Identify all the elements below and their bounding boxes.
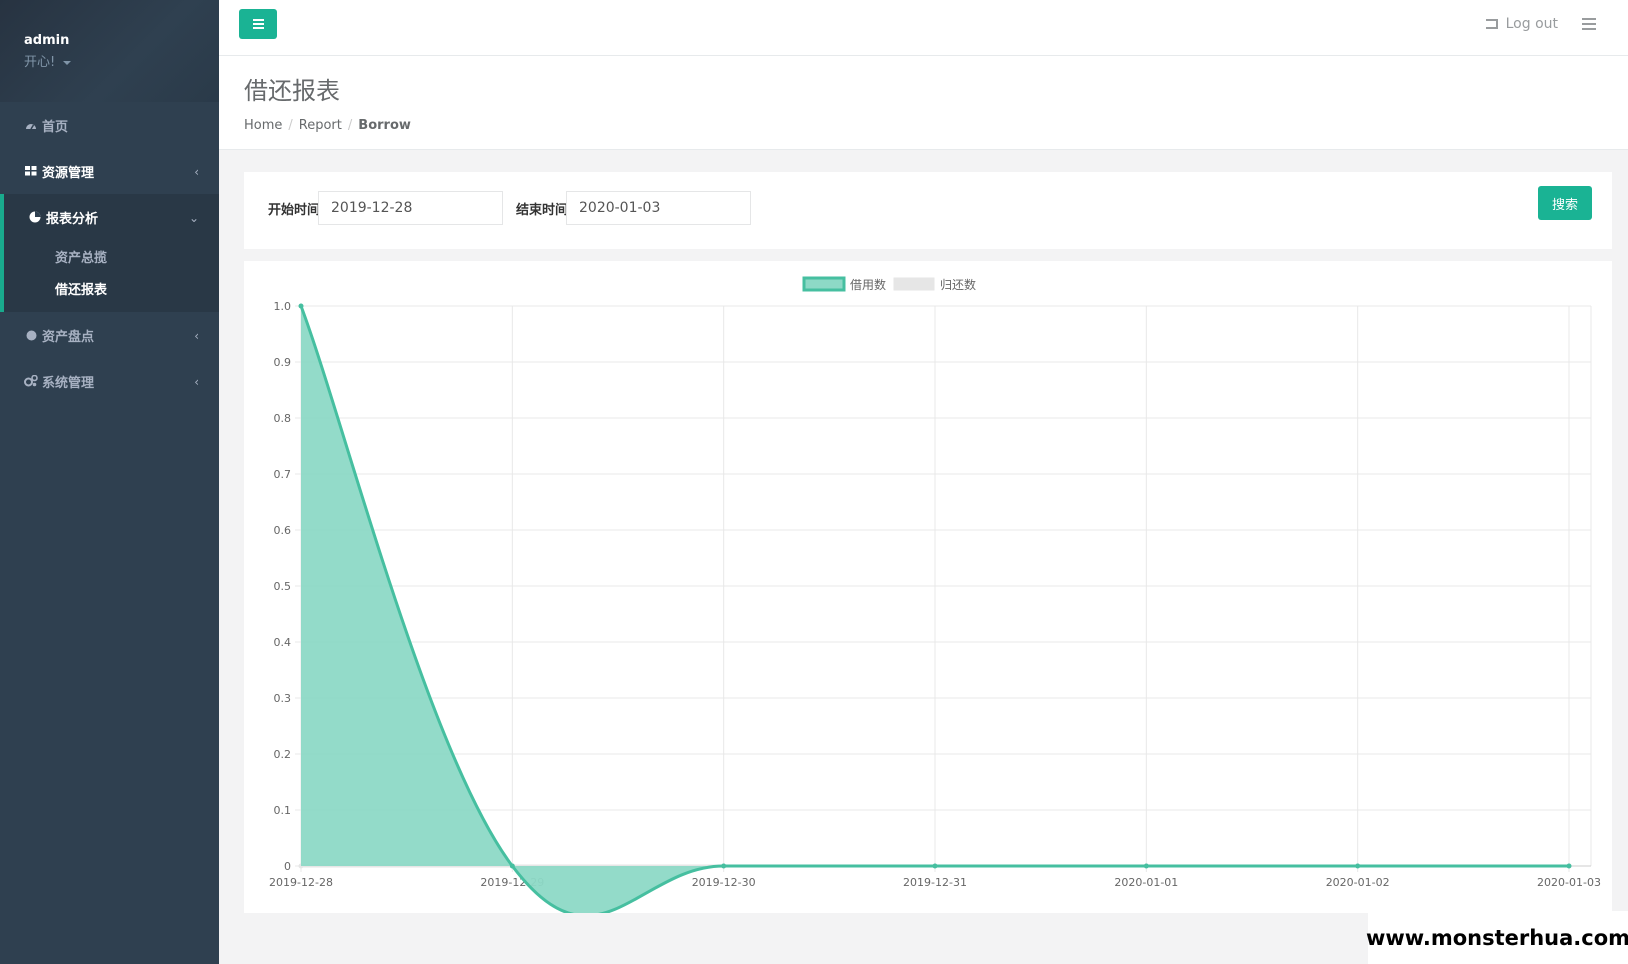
data-point xyxy=(1566,863,1572,869)
chart-panel: 0 0.1 0.2 0.3 0.4 0.5 0.6 0.7 0.8 0.9 1.0 2019-12-2… xyxy=(244,261,1612,913)
cogs-icon xyxy=(24,374,38,388)
y-tick-label: 0.9 xyxy=(274,356,292,369)
x-tick-label: 2020-01-02 xyxy=(1326,876,1390,889)
chevron-down-icon: ⌄ xyxy=(188,211,199,225)
sidebar-item-home[interactable]: 首页 xyxy=(0,102,219,148)
sidebar-subitem-borrow-report[interactable]: 借还报表 xyxy=(4,272,219,304)
search-panel: 开始时间 结束时间 搜索 xyxy=(244,172,1612,249)
page-title: 借还报表 xyxy=(244,77,340,105)
x-tick-label: 2019-12-31 xyxy=(903,876,967,889)
hamburger-icon xyxy=(252,19,264,21)
start-time-label: 开始时间 xyxy=(268,203,321,218)
grid-icon xyxy=(24,164,38,178)
legend-swatch xyxy=(802,276,846,292)
user-name: admin xyxy=(24,33,70,48)
sidebar-item-label: 资源管理 xyxy=(42,165,95,181)
sidebar-group-reports: 报表分析 ⌄ 资产总揽 借还报表 xyxy=(0,194,219,312)
sign-out-icon xyxy=(1485,19,1498,29)
breadcrumb-separator: / xyxy=(347,118,353,133)
borrow-return-chart: 0 0.1 0.2 0.3 0.4 0.5 0.6 0.7 0.8 0.9 1.0 2019-12-2… xyxy=(269,276,1601,913)
end-time-input[interactable] xyxy=(566,191,751,225)
y-tick-label: 0.8 xyxy=(274,412,292,425)
data-point xyxy=(721,863,727,869)
user-role-text: 开心! xyxy=(24,55,56,70)
breadcrumb-separator: / xyxy=(288,118,293,133)
watermark-text: www.monsterhua.com xyxy=(1366,911,1628,964)
caret-down-icon xyxy=(63,60,72,65)
x-tick-label: 2019-12-28 xyxy=(269,876,333,889)
sidebar-item-label: 首页 xyxy=(42,119,69,135)
logout-link[interactable]: Log out xyxy=(1485,16,1558,32)
sidebar-item-label: 系统管理 xyxy=(42,375,95,391)
legend-label: 归还数 xyxy=(940,277,976,292)
chevron-left-icon: ‹ xyxy=(194,165,199,179)
data-point xyxy=(509,863,515,869)
y-tick-label: 1.0 xyxy=(274,300,292,313)
user-profile[interactable]: admin 开心! xyxy=(0,0,219,102)
sidebar-item-label: 资产盘点 xyxy=(42,329,95,345)
y-tick-label: 0.5 xyxy=(274,580,292,593)
data-point xyxy=(1143,863,1149,869)
sidebar-item-reports[interactable]: 报表分析 ⌄ xyxy=(4,194,219,240)
page-heading: 借还报表 Home / Report / Borrow xyxy=(219,56,1628,150)
breadcrumb-current: Borrow xyxy=(358,118,411,133)
y-tick-label: 0.1 xyxy=(274,804,292,817)
y-tick-label: 0.2 xyxy=(274,748,292,761)
chevron-left-icon: ‹ xyxy=(194,329,199,343)
end-time-label: 结束时间 xyxy=(516,203,569,218)
data-point xyxy=(298,303,304,309)
y-tick-label: 0.7 xyxy=(274,468,292,481)
sidebar: admin 开心! 首页 资源管理 ‹ 报表分析 ⌄ 资产总揽 借还报表 资产盘… xyxy=(0,0,219,964)
y-tick-label: 0.3 xyxy=(274,692,292,705)
logout-label: Log out xyxy=(1505,16,1558,32)
tasks-icon[interactable] xyxy=(1582,18,1596,30)
circle-icon xyxy=(24,328,38,342)
dashboard-icon xyxy=(24,118,38,132)
pie-chart-icon xyxy=(28,210,42,224)
sidebar-item-resources[interactable]: 资源管理 ‹ xyxy=(0,148,219,194)
sidebar-nav: 首页 资源管理 ‹ 报表分析 ⌄ 资产总揽 借还报表 资产盘点 ‹ 系统管理 ‹ xyxy=(0,102,219,404)
sidebar-item-label: 报表分析 xyxy=(46,211,99,227)
x-tick-label: 2020-01-03 xyxy=(1537,876,1601,889)
y-tick-label: 0.4 xyxy=(274,636,292,649)
sidebar-subitem-asset-overview[interactable]: 资产总揽 xyxy=(4,240,219,272)
search-button[interactable]: 搜索 xyxy=(1538,186,1592,220)
start-time-input[interactable] xyxy=(318,191,503,225)
legend-swatch xyxy=(893,277,935,291)
y-tick-label: 0.6 xyxy=(274,524,292,537)
chevron-left-icon: ‹ xyxy=(194,375,199,389)
legend-label: 借用数 xyxy=(850,277,886,292)
x-tick-label: 2020-01-01 xyxy=(1114,876,1178,889)
user-role[interactable]: 开心! xyxy=(24,51,219,70)
sidebar-submenu: 资产总揽 借还报表 xyxy=(4,240,219,312)
breadcrumb-report[interactable]: Report xyxy=(299,118,342,133)
menu-toggle-button[interactable] xyxy=(239,9,277,39)
y-tick-label: 0 xyxy=(284,860,291,873)
data-point xyxy=(1355,863,1361,869)
x-tick-label: 2019-12-30 xyxy=(692,876,756,889)
top-navbar: Log out xyxy=(219,0,1628,56)
breadcrumb: Home / Report / Borrow xyxy=(244,118,1603,133)
data-point xyxy=(932,863,938,869)
sidebar-item-inventory[interactable]: 资产盘点 ‹ xyxy=(0,312,219,358)
sidebar-item-system[interactable]: 系统管理 ‹ xyxy=(0,358,219,404)
breadcrumb-home[interactable]: Home xyxy=(244,118,282,133)
